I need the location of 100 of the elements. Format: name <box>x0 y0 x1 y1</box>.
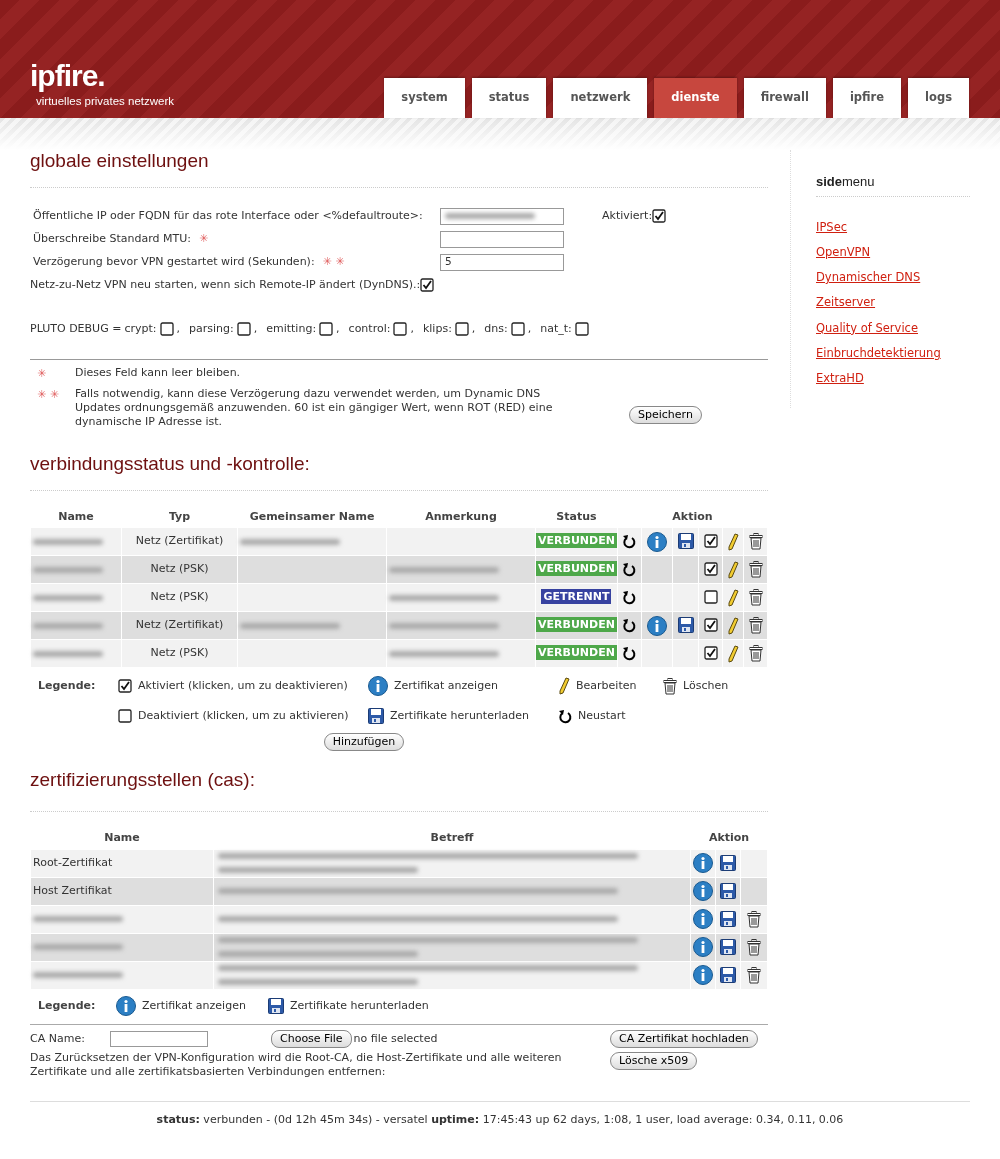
trash-icon[interactable] <box>748 645 763 663</box>
checkbox[interactable] <box>703 590 718 605</box>
legend-text: Löschen <box>683 677 729 694</box>
sidemenu-link[interactable]: Einbruchdetektierung <box>816 344 1000 362</box>
checkbox[interactable] <box>236 322 251 337</box>
separator-comma: , <box>527 320 532 337</box>
trash-icon[interactable] <box>747 938 761 956</box>
section-title: verbindungsstatus und -kontrolle: <box>30 452 768 491</box>
trash-icon[interactable] <box>748 533 763 551</box>
pencil-icon[interactable] <box>727 588 740 607</box>
column-header: Gemeinsamer Name <box>249 509 375 523</box>
separator-comma: , <box>176 320 180 337</box>
info-icon[interactable] <box>693 965 713 986</box>
pencil-icon[interactable] <box>727 616 740 635</box>
nav-tab[interactable]: system <box>384 78 465 118</box>
legend-text: Zertifikat anzeigen <box>394 677 498 694</box>
table-cell: Netz (Zertifikat) <box>135 618 224 632</box>
restart-icon[interactable] <box>622 589 637 605</box>
sidemenu-link[interactable]: Quality of Service <box>816 319 1000 337</box>
column-header: Aktion <box>708 831 750 845</box>
checkbox[interactable] <box>703 618 718 633</box>
field-label: CA Name: <box>30 1030 86 1047</box>
checkbox[interactable] <box>159 322 174 337</box>
restart-icon[interactable] <box>622 533 637 549</box>
nav-tab[interactable]: logs <box>908 78 969 118</box>
pencil-icon <box>558 677 570 696</box>
table-cell: Netz (Zertifikat) <box>135 534 224 548</box>
field-label: parsing: <box>189 320 234 337</box>
info-icon[interactable] <box>646 615 667 636</box>
status-badge: GETRENNT <box>541 589 612 605</box>
field-label: PLUTO DEBUG = <box>30 320 122 337</box>
restart-icon[interactable] <box>622 561 637 577</box>
legend-label: Legende: <box>38 997 97 1014</box>
sidemenu-link[interactable]: ExtraHD <box>816 370 1000 388</box>
nav-tab[interactable]: status <box>471 78 547 118</box>
info-icon[interactable] <box>646 531 667 552</box>
save-button[interactable]: Speichern <box>629 405 702 424</box>
nav-tab[interactable]: netzwerk <box>553 78 648 118</box>
input-field[interactable] <box>110 1030 208 1047</box>
checkbox[interactable] <box>574 322 589 337</box>
info-icon[interactable] <box>693 881 713 902</box>
field-label: control: <box>348 320 391 337</box>
table-cell: Host Zertifikat <box>33 884 112 898</box>
field-label: klips: <box>422 320 452 337</box>
field-label: crypt: <box>124 320 157 337</box>
checkbox[interactable] <box>319 322 334 337</box>
checkbox[interactable] <box>652 209 667 224</box>
legend-text: Aktiviert (klicken, um zu deaktivieren) <box>138 677 348 694</box>
info-icon <box>116 995 136 1016</box>
field-label: Verzögerung bevor VPN gestartet wird (Sekunden): <box>33 254 315 271</box>
trash-icon[interactable] <box>747 910 761 928</box>
delete-button[interactable]: Lösche x509 <box>610 1051 698 1070</box>
pencil-icon[interactable] <box>727 532 740 551</box>
required-mark: ✳ ✳ <box>322 254 345 271</box>
checkbox[interactable] <box>703 646 718 661</box>
restart-icon[interactable] <box>622 645 637 661</box>
choose-file-button[interactable]: Choose File <box>271 1029 352 1048</box>
pencil-icon[interactable] <box>727 560 740 579</box>
checkbox[interactable] <box>510 322 525 337</box>
upload-button[interactable]: CA Zertifikat hochladen <box>610 1029 758 1048</box>
checkbox[interactable] <box>393 322 408 337</box>
section-title: globale einstellungen <box>30 150 768 188</box>
table-cell: Netz (PSK) <box>150 590 209 604</box>
sidemenu-link[interactable]: Dynamischer DNS <box>816 269 1000 287</box>
info-icon[interactable] <box>693 909 713 930</box>
trash-icon[interactable] <box>747 966 761 984</box>
required-mark: ✳ ✳ <box>37 386 60 403</box>
legend-label: Legende: <box>38 677 97 694</box>
required-mark: ✳ <box>37 366 48 383</box>
table-cell: Netz (PSK) <box>150 562 209 576</box>
info-icon[interactable] <box>693 937 713 958</box>
sidemenu-link[interactable]: OpenVPN <box>816 243 1000 261</box>
legend-text: Zertifikate herunterladen <box>390 708 529 725</box>
column-header: Name <box>104 831 140 845</box>
input-field[interactable] <box>440 230 564 248</box>
logo: ipfire. <box>30 60 106 91</box>
sidemenu-title: sidemenu <box>816 172 970 197</box>
legend-text: Bearbeiten <box>576 677 637 694</box>
column-header: Anmerkung <box>425 509 497 523</box>
sidemenu-link[interactable]: Zeitserver <box>816 294 1000 312</box>
add-button[interactable]: Hinzufügen <box>323 732 405 751</box>
nav-tab[interactable]: firewall <box>743 78 826 118</box>
info-icon[interactable] <box>693 853 713 874</box>
warning-text: Das Zurücksetzen der VPN-Konfiguration wird die Root-CA, die Host-Zertifikate und alle weiteren Zertifikate und alle zertifikatsbasierten Verbindungen entfernen: <box>30 1050 563 1079</box>
footnote-text: Falls notwendig, kann diese Verzögerung dazu verwendet werden, um Dynamic DNS Updates ordnungsgemäß anzuwenden. 60 ist ein gängiger Wert, wenn ROT (RED) eine dynamische IP Adresse ist. <box>75 386 554 429</box>
trash-icon[interactable] <box>748 617 763 635</box>
trash-icon[interactable] <box>748 561 763 579</box>
checkbox[interactable] <box>703 562 718 577</box>
table-cell: Root-Zertifikat <box>33 856 113 870</box>
restart-icon[interactable] <box>622 617 637 633</box>
checkbox[interactable] <box>703 534 718 549</box>
input-field[interactable] <box>440 207 564 225</box>
nav-tab[interactable]: dienste <box>654 78 737 118</box>
checkbox[interactable] <box>420 277 435 292</box>
nav-tab[interactable]: ipfire <box>832 78 902 118</box>
input-field[interactable]: 5 <box>440 253 564 271</box>
sidemenu-link[interactable]: IPSec <box>816 218 1000 236</box>
checkbox[interactable] <box>454 322 469 337</box>
pencil-icon[interactable] <box>727 644 740 663</box>
trash-icon[interactable] <box>748 589 763 607</box>
